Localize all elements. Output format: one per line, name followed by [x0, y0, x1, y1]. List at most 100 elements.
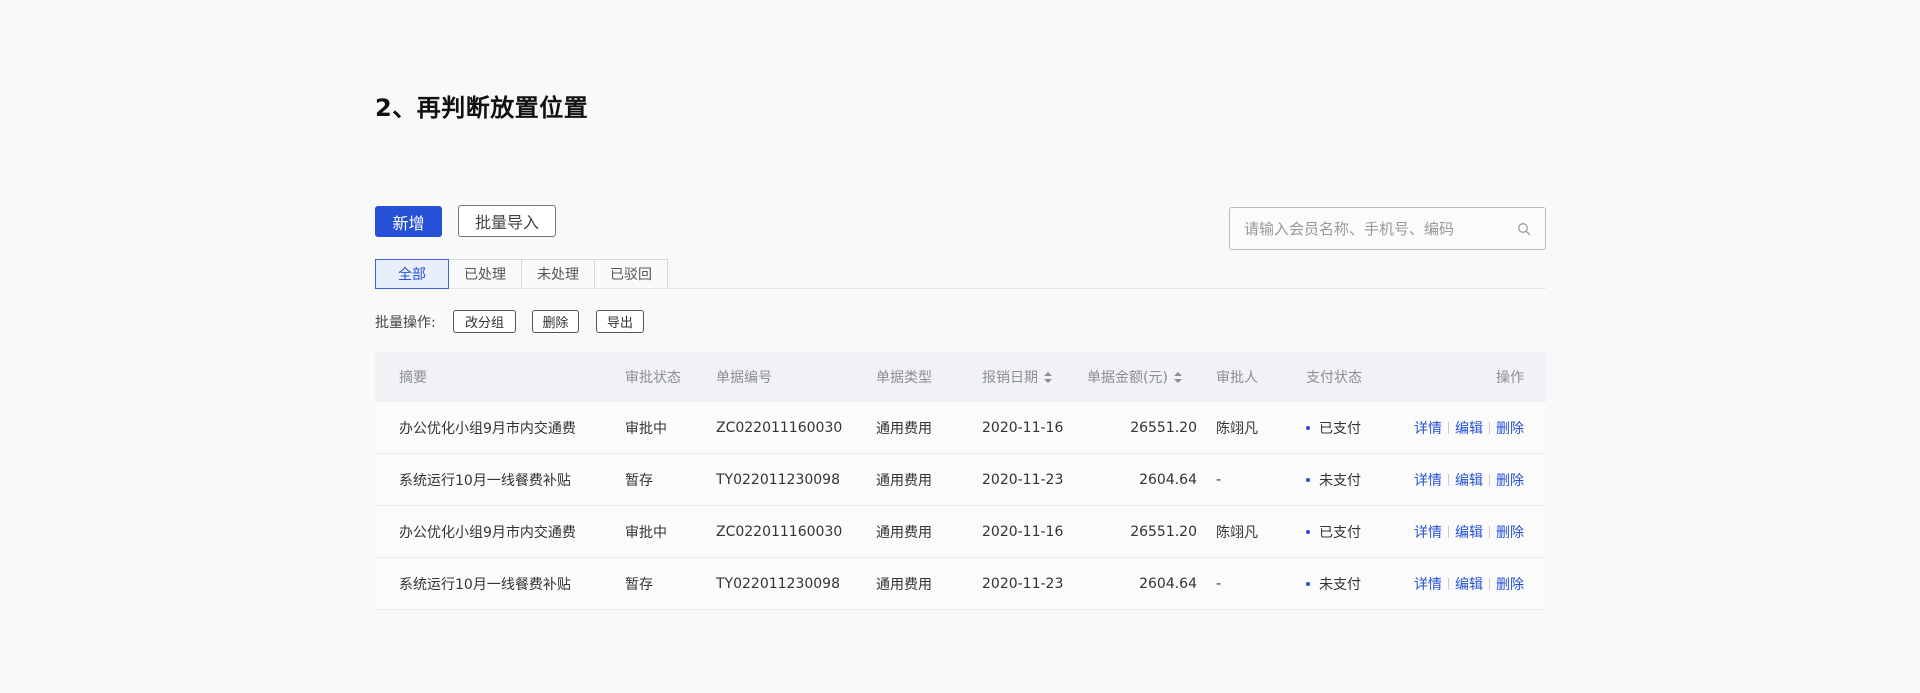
- edit-link[interactable]: 编辑: [1455, 418, 1483, 438]
- search-input[interactable]: [1244, 219, 1517, 238]
- doc-no-cell: TY022011230098: [716, 575, 840, 592]
- doc-no-cell: TY022011230098: [716, 471, 840, 488]
- amount-cell: 2604.64: [1139, 471, 1197, 488]
- approver-cell: 陈翊凡: [1216, 420, 1258, 437]
- approver-cell: 陈翊凡: [1216, 524, 1258, 541]
- col-approver: 审批人: [1216, 370, 1258, 386]
- batch-operation-label: 批量操作:: [375, 315, 436, 331]
- doc-type-cell: 通用费用: [876, 576, 932, 593]
- summary-cell: 系统运行10月一线餐费补贴: [399, 576, 571, 593]
- detail-link[interactable]: 详情: [1414, 470, 1442, 490]
- row-actions: 详情 编辑 删除: [1414, 506, 1524, 557]
- sort-icon: [1044, 371, 1052, 383]
- detail-link[interactable]: 详情: [1414, 418, 1442, 438]
- col-summary: 摘要: [399, 370, 427, 386]
- approval-status-cell: 暂存: [625, 472, 653, 489]
- edit-link[interactable]: 编辑: [1455, 470, 1483, 490]
- approval-status-cell: 审批中: [625, 420, 667, 437]
- status-tabs: 全部 已处理 未处理 已驳回: [375, 259, 668, 289]
- doc-type-cell: 通用费用: [876, 420, 932, 437]
- detail-link[interactable]: 详情: [1414, 522, 1442, 542]
- approval-status-cell: 暂存: [625, 576, 653, 593]
- search-icon[interactable]: [1517, 222, 1531, 236]
- add-button[interactable]: 新增: [375, 206, 442, 237]
- doc-type-cell: 通用费用: [876, 524, 932, 541]
- detail-link[interactable]: 详情: [1414, 574, 1442, 594]
- approver-cell: -: [1216, 575, 1222, 592]
- regroup-button[interactable]: 改分组: [453, 310, 516, 333]
- table-row: 系统运行10月一线餐费补贴 暂存 TY022011230098 通用费用 202…: [375, 558, 1546, 610]
- action-divider: [1448, 525, 1449, 538]
- col-amount-sort[interactable]: 单据金额(元): [1087, 352, 1182, 402]
- row-actions: 详情 编辑 删除: [1414, 454, 1524, 505]
- row-actions: 详情 编辑 删除: [1414, 402, 1524, 453]
- edit-link[interactable]: 编辑: [1455, 522, 1483, 542]
- action-divider: [1448, 421, 1449, 434]
- sort-icon: [1173, 371, 1182, 383]
- tab-all[interactable]: 全部: [375, 259, 449, 289]
- tabs-divider: [375, 288, 1546, 289]
- pay-status-cell: 已支付: [1306, 402, 1361, 453]
- date-cell: 2020-11-23: [982, 575, 1064, 592]
- delete-link[interactable]: 删除: [1496, 522, 1524, 542]
- col-doc-type: 单据类型: [876, 370, 932, 386]
- amount-cell: 26551.20: [1130, 419, 1197, 436]
- summary-cell: 系统运行10月一线餐费补贴: [399, 472, 571, 489]
- batch-delete-button[interactable]: 删除: [532, 310, 579, 333]
- status-dot: [1306, 477, 1310, 482]
- batch-import-button[interactable]: 批量导入: [458, 205, 556, 237]
- action-divider: [1448, 577, 1449, 590]
- tab-rejected[interactable]: 已驳回: [594, 259, 668, 289]
- date-cell: 2020-11-16: [982, 523, 1064, 540]
- status-dot: [1306, 425, 1310, 430]
- approval-status-cell: 审批中: [625, 524, 667, 541]
- delete-link[interactable]: 删除: [1496, 574, 1524, 594]
- table-row: 系统运行10月一线餐费补贴 暂存 TY022011230098 通用费用 202…: [375, 454, 1546, 506]
- status-dot: [1306, 529, 1310, 534]
- col-date-sort[interactable]: 报销日期: [982, 352, 1052, 402]
- tab-unprocessed[interactable]: 未处理: [521, 259, 595, 289]
- pay-status-text: 已支付: [1319, 420, 1361, 437]
- pay-status-cell: 未支付: [1306, 454, 1361, 505]
- action-divider: [1489, 525, 1490, 538]
- delete-link[interactable]: 删除: [1496, 470, 1524, 490]
- status-dot: [1306, 581, 1310, 586]
- summary-cell: 办公优化小组9月市内交通费: [399, 524, 576, 541]
- row-actions: 详情 编辑 删除: [1414, 558, 1524, 609]
- col-actions: 操作: [1496, 370, 1524, 386]
- pay-status-text: 已支付: [1319, 524, 1361, 541]
- doc-type-cell: 通用费用: [876, 472, 932, 489]
- page-title: 2、再判断放置位置: [375, 94, 589, 122]
- search-box: [1229, 207, 1546, 250]
- col-amount: 单据金额(元): [1087, 370, 1168, 386]
- date-cell: 2020-11-16: [982, 419, 1064, 436]
- table-row: 办公优化小组9月市内交通费 审批中 ZC022011160030 通用费用 20…: [375, 402, 1546, 454]
- col-approval-status: 审批状态: [625, 370, 681, 386]
- export-button[interactable]: 导出: [596, 310, 644, 333]
- doc-no-cell: ZC022011160030: [716, 419, 843, 436]
- action-divider: [1489, 421, 1490, 434]
- table-row: 办公优化小组9月市内交通费 审批中 ZC022011160030 通用费用 20…: [375, 506, 1546, 558]
- col-date: 报销日期: [982, 370, 1038, 386]
- action-divider: [1489, 577, 1490, 590]
- tab-processed[interactable]: 已处理: [448, 259, 522, 289]
- page: 2、再判断放置位置 新增 批量导入 全部 已处理 未处理 已驳回 批量操作: 改…: [0, 0, 1920, 693]
- edit-link[interactable]: 编辑: [1455, 574, 1483, 594]
- pay-status-cell: 未支付: [1306, 558, 1361, 609]
- date-cell: 2020-11-23: [982, 471, 1064, 488]
- amount-cell: 2604.64: [1139, 575, 1197, 592]
- amount-cell: 26551.20: [1130, 523, 1197, 540]
- doc-no-cell: ZC022011160030: [716, 523, 843, 540]
- action-divider: [1448, 473, 1449, 486]
- col-doc-no: 单据编号: [716, 370, 772, 386]
- approver-cell: -: [1216, 471, 1222, 488]
- expense-table: 摘要 审批状态 单据编号 单据类型 报销日期 单据金额(元) 审批人 支付状态 …: [375, 352, 1546, 610]
- summary-cell: 办公优化小组9月市内交通费: [399, 420, 576, 437]
- delete-link[interactable]: 删除: [1496, 418, 1524, 438]
- col-pay-status: 支付状态: [1306, 370, 1362, 386]
- table-header: 摘要 审批状态 单据编号 单据类型 报销日期 单据金额(元) 审批人 支付状态 …: [375, 352, 1546, 402]
- pay-status-text: 未支付: [1319, 472, 1361, 489]
- action-divider: [1489, 473, 1490, 486]
- pay-status-cell: 已支付: [1306, 506, 1361, 557]
- pay-status-text: 未支付: [1319, 576, 1361, 593]
